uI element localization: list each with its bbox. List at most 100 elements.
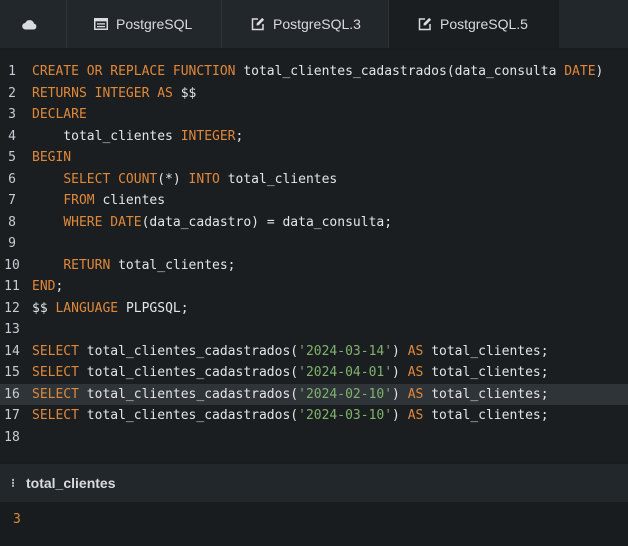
edit-icon bbox=[250, 17, 265, 31]
sql-keyword: INTO bbox=[188, 171, 228, 187]
code-line[interactable]: 3 DECLARE bbox=[0, 104, 628, 126]
sql-token: ) bbox=[392, 343, 408, 359]
code-line[interactable]: 10 RETURN total_clientes; bbox=[0, 255, 628, 277]
code-line[interactable]: 8 WHERE DATE(data_cadastro) = data_consu… bbox=[0, 212, 628, 234]
line-number: 15 bbox=[4, 365, 20, 380]
line-number: 3 bbox=[8, 107, 16, 122]
tab-home[interactable] bbox=[0, 0, 66, 48]
code-line[interactable]: 2 RETURNS INTEGER AS $$ bbox=[0, 83, 628, 105]
sql-keyword: SELECT bbox=[32, 365, 87, 380]
line-number: 10 bbox=[4, 257, 20, 273]
line-number: 17 bbox=[4, 408, 20, 423]
result-cell[interactable]: 3 bbox=[13, 512, 21, 527]
tab-label: PostgreSQL.3 bbox=[273, 16, 361, 32]
tab-label: PostgreSQL bbox=[116, 16, 193, 32]
tab-bar: PostgreSQL PostgreSQL.3 PostgreSQL.5 bbox=[0, 0, 628, 48]
sql-keyword: AS bbox=[407, 386, 432, 402]
code-line[interactable]: 18 bbox=[0, 427, 628, 449]
code-text: DECLARE bbox=[32, 104, 87, 126]
code-line[interactable]: 16 SELECT total_clientes_cadastrados('202… bbox=[0, 383, 628, 406]
line-number: 2 bbox=[8, 85, 16, 101]
code-line[interactable]: 4 total_clientes INTEGER; bbox=[0, 126, 628, 148]
column-drag-handle[interactable]: ⁝ bbox=[0, 476, 26, 490]
sql-keyword: WHERE DATE bbox=[63, 214, 142, 230]
sql-token: total_clientes bbox=[32, 128, 181, 144]
code-text: RETURN total_clientes; bbox=[32, 255, 236, 277]
sql-token: (data_cadastro) = data_consulta; bbox=[141, 214, 393, 230]
sql-editor[interactable]: 1 CREATE OR REPLACE FUNCTION total_client… bbox=[0, 50, 628, 461]
code-line[interactable]: 6 SELECT COUNT(*) INTO total_clientes bbox=[0, 169, 628, 191]
code-text: total_clientes INTEGER; bbox=[32, 126, 243, 148]
sql-keyword: SELECT bbox=[32, 408, 87, 423]
sql-keyword: SELECT bbox=[32, 386, 87, 402]
sql-token: ) bbox=[595, 64, 604, 79]
sql-token: ; bbox=[235, 128, 244, 144]
code-line[interactable]: 9 bbox=[0, 233, 628, 255]
code-text: SELECT total_clientes_cadastrados('2024-… bbox=[32, 384, 549, 406]
sql-token: total_clientes_cadastrados( bbox=[86, 343, 299, 359]
line-number: 16 bbox=[4, 386, 20, 402]
code-text: END; bbox=[32, 276, 63, 298]
line-number: 9 bbox=[8, 236, 16, 251]
sql-keyword: CREATE OR REPLACE FUNCTION bbox=[32, 64, 244, 79]
line-number: 18 bbox=[4, 429, 20, 445]
sql-token: ) bbox=[392, 408, 408, 423]
code-line[interactable]: 17 SELECT total_clientes_cadastrados('202… bbox=[0, 405, 628, 427]
tab-postgresql-3[interactable]: PostgreSQL.3 bbox=[222, 0, 388, 48]
cloud-icon bbox=[21, 17, 37, 31]
sql-token: $$ bbox=[180, 85, 197, 101]
sql-token: clientes bbox=[102, 193, 166, 208]
line-number: 5 bbox=[8, 150, 16, 165]
sql-token: ; bbox=[55, 279, 64, 294]
sql-token: ) bbox=[392, 365, 408, 380]
sql-token: ) bbox=[392, 386, 408, 402]
sql-keyword: INTEGER bbox=[180, 128, 236, 144]
code-line[interactable]: 1 CREATE OR REPLACE FUNCTION total_client… bbox=[0, 61, 628, 83]
sql-string: '2024-02-10' bbox=[298, 386, 393, 402]
results-header: ⁝ total_clientes bbox=[0, 464, 628, 502]
code-line[interactable]: 5 BEGIN bbox=[0, 147, 628, 169]
sql-string: '2024-03-10' bbox=[298, 408, 393, 423]
sql-keyword: AS bbox=[407, 408, 432, 423]
sql-keyword: DATE bbox=[564, 64, 596, 79]
tab-postgresql-5[interactable]: PostgreSQL.5 bbox=[389, 0, 559, 48]
sql-token: total_clientes; bbox=[431, 408, 549, 423]
column-header-total-clientes[interactable]: total_clientes bbox=[26, 475, 115, 491]
line-number: 6 bbox=[8, 171, 16, 187]
sql-token: total_clientes; bbox=[431, 343, 549, 359]
code-line[interactable]: 12 $$ LANGUAGE PLPGSQL; bbox=[0, 298, 628, 320]
line-number: 7 bbox=[8, 193, 16, 208]
code-line[interactable]: 15 SELECT total_clientes_cadastrados('202… bbox=[0, 362, 628, 384]
sql-keyword: DECLARE bbox=[32, 107, 87, 122]
sql-token: total_clientes_cadastrados( bbox=[86, 408, 299, 423]
sql-token: total_clientes bbox=[227, 171, 338, 187]
sql-keyword: RETURN bbox=[63, 257, 119, 273]
sql-keyword: AS bbox=[407, 343, 432, 359]
sql-keyword: RETURNS INTEGER AS bbox=[32, 85, 181, 101]
sql-token: (*) bbox=[157, 171, 189, 187]
line-number: 11 bbox=[4, 279, 20, 294]
code-line[interactable]: 14 SELECT total_clientes_cadastrados('202… bbox=[0, 341, 628, 363]
line-number: 1 bbox=[8, 64, 16, 79]
code-text: FROM clientes bbox=[32, 190, 165, 212]
sql-token: total_clientes; bbox=[118, 257, 236, 273]
line-number: 12 bbox=[4, 300, 20, 316]
sql-token: total_clientes; bbox=[431, 386, 549, 402]
code-text: $$ LANGUAGE PLPGSQL; bbox=[32, 298, 189, 320]
sql-keyword: END bbox=[32, 279, 56, 294]
code-text: WHERE DATE(data_cadastro) = data_consult… bbox=[32, 212, 392, 234]
tab-postgresql[interactable]: PostgreSQL bbox=[67, 0, 221, 48]
code-text: SELECT total_clientes_cadastrados('2024-… bbox=[32, 362, 549, 384]
sql-string: '2024-04-01' bbox=[298, 365, 393, 380]
code-text: BEGIN bbox=[32, 147, 71, 169]
code-line[interactable]: 7 FROM clientes bbox=[0, 190, 628, 212]
sql-keyword: SELECT COUNT bbox=[63, 171, 158, 187]
sql-keyword: FROM bbox=[63, 193, 103, 208]
sql-keyword: AS bbox=[407, 365, 432, 380]
code-line[interactable]: 11 END; bbox=[0, 276, 628, 298]
code-line[interactable]: 13 bbox=[0, 319, 628, 341]
line-number: 4 bbox=[8, 128, 16, 144]
